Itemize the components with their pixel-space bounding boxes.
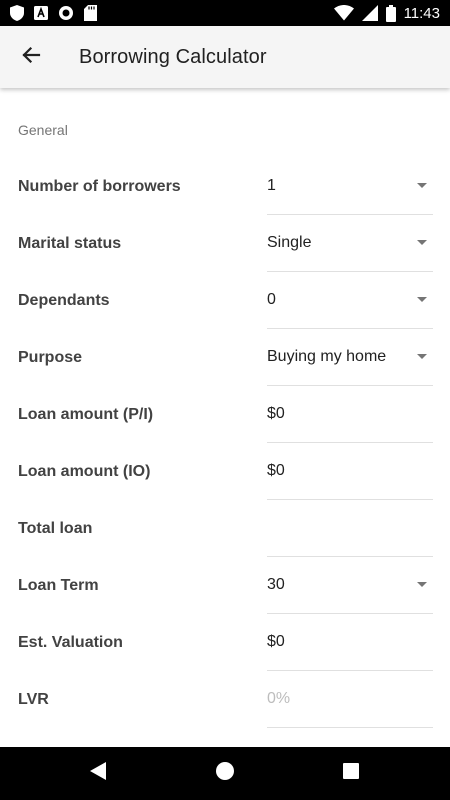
marital-status-dropdown[interactable]: Single [267, 215, 433, 272]
form-row-est-valuation: Est. Valuation $0 [0, 614, 450, 671]
est-valuation-input[interactable]: $0 [267, 614, 433, 671]
form-row-number-of-borrowers: Number of borrowers 1 [0, 158, 450, 215]
form-row-marital-status: Marital status Single [0, 215, 450, 272]
form-row-loan-amount-pi: Loan amount (P/I) $0 [0, 386, 450, 443]
dropdown-arrow-icon [417, 240, 427, 245]
font-a-icon [34, 6, 48, 20]
loan-amount-pi-input[interactable]: $0 [267, 386, 433, 443]
status-notifications [10, 0, 97, 26]
field-label: Est. Valuation [18, 634, 123, 651]
form-row-total-loan: Total loan [0, 500, 450, 557]
status-time: 11:43 [403, 4, 440, 22]
nav-home-button[interactable] [195, 747, 255, 800]
battery-icon [385, 4, 396, 22]
nav-recents-button[interactable] [321, 747, 381, 800]
form-content[interactable]: General Number of borrowers 1 Marital st… [0, 88, 450, 747]
field-label: Purpose [18, 349, 83, 366]
sd-card-icon [84, 5, 97, 21]
borrowers-dropdown[interactable]: 1 [267, 158, 433, 215]
status-system: 11:43 [333, 0, 440, 26]
dropdown-arrow-icon [417, 183, 427, 188]
dependants-dropdown[interactable]: 0 [267, 272, 433, 329]
field-label: Number of borrowers [18, 178, 181, 195]
field-label: Loan amount (P/I) [18, 406, 154, 423]
back-triangle-icon [90, 762, 106, 785]
readonly-value: 0% [267, 690, 291, 707]
dropdown-value: 1 [267, 177, 276, 194]
loan-amount-io-input[interactable]: $0 [267, 443, 433, 500]
shield-icon [10, 5, 24, 21]
dropdown-value: Buying my home [267, 348, 387, 365]
status-bar: 11:43 [0, 0, 450, 26]
dropdown-value: Single [267, 234, 312, 251]
arrow-left-icon [21, 45, 41, 70]
dropdown-arrow-icon [417, 354, 427, 359]
lvr-field: 0% [267, 671, 433, 728]
dropdown-value: 0 [267, 291, 276, 308]
page-title: Borrowing Calculator [79, 46, 267, 68]
field-label: Dependants [18, 292, 110, 309]
form-row-dependants: Dependants 0 [0, 272, 450, 329]
navigation-bar [0, 747, 450, 800]
wifi-icon [333, 5, 354, 21]
total-loan-field [267, 500, 433, 557]
field-label: LVR [18, 691, 49, 708]
form-row-loan-amount-io: Loan amount (IO) $0 [0, 443, 450, 500]
field-label: Total loan [18, 520, 93, 537]
dropdown-value: 30 [267, 576, 285, 593]
circle-icon [58, 5, 74, 21]
dropdown-arrow-icon [417, 582, 427, 587]
signal-icon [361, 5, 378, 21]
back-button[interactable] [14, 40, 48, 74]
input-value: $0 [267, 405, 285, 422]
home-circle-icon [216, 762, 234, 785]
input-value: $0 [267, 633, 285, 650]
purpose-dropdown[interactable]: Buying my home [267, 329, 433, 386]
recents-square-icon [343, 763, 359, 784]
form-row-purpose: Purpose Buying my home [0, 329, 450, 386]
field-label: Marital status [18, 235, 122, 252]
nav-back-button[interactable] [68, 747, 128, 800]
field-label: Loan amount (IO) [18, 463, 151, 480]
input-value: $0 [267, 462, 285, 479]
loan-term-dropdown[interactable]: 30 [267, 557, 433, 614]
app-bar: Borrowing Calculator [0, 26, 450, 88]
form-row-loan-term: Loan Term 30 [0, 557, 450, 614]
section-header-general: General [18, 122, 68, 138]
dropdown-arrow-icon [417, 297, 427, 302]
form-row-lvr: LVR 0% [0, 671, 450, 728]
field-label: Loan Term [18, 577, 99, 594]
